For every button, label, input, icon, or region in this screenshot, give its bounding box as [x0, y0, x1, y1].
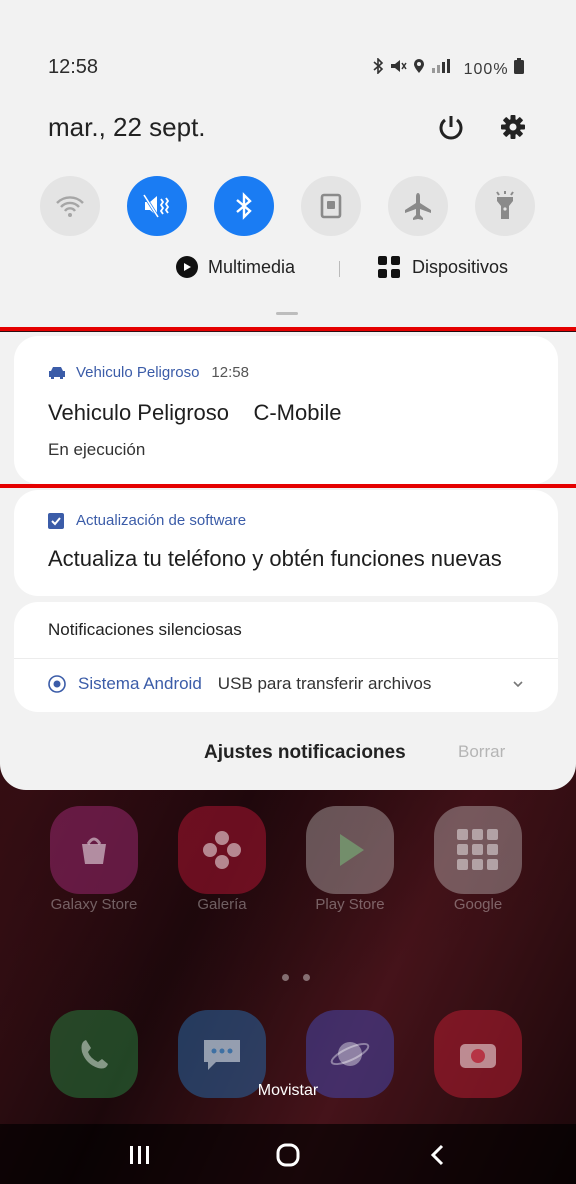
- home-button[interactable]: [268, 1140, 308, 1170]
- planet-icon: [330, 1042, 370, 1066]
- navigation-bar: [0, 1124, 576, 1184]
- rotation-lock-tile[interactable]: [301, 176, 361, 236]
- divider: [14, 658, 558, 659]
- chevron-down-icon: [513, 681, 523, 688]
- silent-section-label: Notificaciones silenciosas: [48, 620, 242, 639]
- notification-settings-button[interactable]: Ajustes notificaciones: [204, 742, 406, 764]
- multimedia-button[interactable]: Multimedia: [176, 256, 295, 278]
- play-icon: [176, 256, 198, 278]
- quick-tiles: [40, 176, 536, 236]
- folder-grid-icon: [457, 829, 498, 870]
- red-markup-line-top: [0, 327, 576, 331]
- page-indicator: [282, 968, 324, 986]
- expand-chevron[interactable]: [512, 676, 524, 694]
- date-label: mar., 22 sept.: [48, 112, 206, 142]
- flashlight-icon: [496, 191, 514, 219]
- camera-icon: [460, 1044, 496, 1068]
- airplane-icon: [405, 193, 431, 220]
- vehicle-title: Vehiculo Peligroso C-Mobile: [48, 400, 342, 425]
- recents-icon: [130, 1146, 149, 1164]
- back-icon: [430, 1144, 444, 1166]
- panel-handle[interactable]: [276, 312, 298, 315]
- portrait-lock-icon: [320, 193, 342, 219]
- devices-label: Dispositivos: [412, 256, 509, 277]
- divider: [339, 261, 340, 277]
- status-icons: 100%: [372, 57, 524, 79]
- settings-button[interactable]: [498, 112, 528, 142]
- flower-icon: [203, 831, 241, 869]
- notification-area: Vehiculo Peligroso 12:58 Vehiculo Peligr…: [0, 332, 576, 790]
- status-time: 12:58: [48, 56, 99, 78]
- back-button[interactable]: [418, 1140, 458, 1170]
- flashlight-tile[interactable]: [475, 176, 535, 236]
- phone-icon: [81, 1040, 108, 1069]
- android-system-notification[interactable]: Sistema Android USB para transferir arch…: [48, 674, 431, 694]
- vibrate-mute-icon: [142, 194, 170, 218]
- android-system-app-name: Sistema Android: [78, 674, 202, 693]
- android-system-icon: [48, 675, 66, 693]
- recents-button[interactable]: [120, 1140, 160, 1170]
- app-label-gallery: Galería: [197, 896, 247, 913]
- clear-button[interactable]: Borrar: [458, 742, 505, 762]
- carrier-label: Movistar: [257, 1082, 319, 1099]
- power-button[interactable]: [436, 112, 466, 142]
- vehicle-subtitle: En ejecución: [48, 440, 146, 459]
- chat-bubble-icon: [204, 1040, 240, 1070]
- mute-icon: [391, 60, 407, 72]
- silent-notifications-group: Notificaciones silenciosas Sistema Andro…: [14, 602, 558, 712]
- play-store-app-icon[interactable]: [306, 806, 394, 894]
- vehicle-time: 12:58: [211, 364, 249, 381]
- vehicle-app-name: Vehiculo Peligroso: [76, 364, 200, 381]
- home-icon: [276, 1143, 300, 1167]
- wifi-icon: [56, 196, 84, 217]
- bluetooth-icon: [236, 192, 252, 220]
- devices-button[interactable]: Dispositivos: [378, 256, 508, 278]
- gallery-app-icon[interactable]: [178, 806, 266, 894]
- signal-icon: [432, 59, 451, 73]
- wifi-tile[interactable]: [40, 176, 100, 236]
- galaxy-store-app-icon[interactable]: [50, 806, 138, 894]
- software-update-title: Actualiza tu teléfono y obtén funciones …: [48, 546, 502, 571]
- update-check-icon: [48, 512, 64, 529]
- software-update-header: Actualización de software: [48, 512, 246, 529]
- sound-tile[interactable]: [127, 176, 187, 236]
- shopping-bag-icon: [82, 837, 106, 864]
- battery-icon: [514, 58, 524, 74]
- usb-message: USB para transferir archivos: [217, 674, 432, 693]
- devices-grid-icon: [378, 256, 400, 278]
- media-devices-row: Multimedia Dispositivos: [0, 256, 576, 286]
- quick-panel: 12:58 100% mar., 22 sept. Multimedia Dis…: [0, 0, 576, 328]
- multimedia-label: Multimedia: [208, 256, 296, 277]
- google-folder-icon[interactable]: [434, 806, 522, 894]
- car-icon: [49, 366, 65, 379]
- software-update-notification[interactable]: Actualización de software Actualiza tu t…: [14, 490, 558, 596]
- app-label-galaxy-store: Galaxy Store: [50, 896, 138, 913]
- red-markup-line-bottom: [0, 484, 576, 488]
- app-label-google: Google: [453, 896, 503, 913]
- gear-icon: [501, 115, 525, 139]
- bluetooth-tile[interactable]: [214, 176, 274, 236]
- software-update-app-name: Actualización de software: [76, 512, 247, 529]
- power-icon: [439, 116, 463, 140]
- location-icon: [413, 59, 424, 73]
- play-triangle-icon: [340, 834, 364, 866]
- vehicle-notification[interactable]: Vehiculo Peligroso 12:58 Vehiculo Peligr…: [14, 336, 558, 484]
- vehicle-app-header: Vehiculo Peligroso 12:58: [48, 364, 249, 381]
- battery-percent: 100%: [463, 61, 509, 78]
- app-label-play-store: Play Store: [315, 896, 385, 913]
- airplane-tile[interactable]: [388, 176, 448, 236]
- bluetooth-icon: [373, 57, 383, 75]
